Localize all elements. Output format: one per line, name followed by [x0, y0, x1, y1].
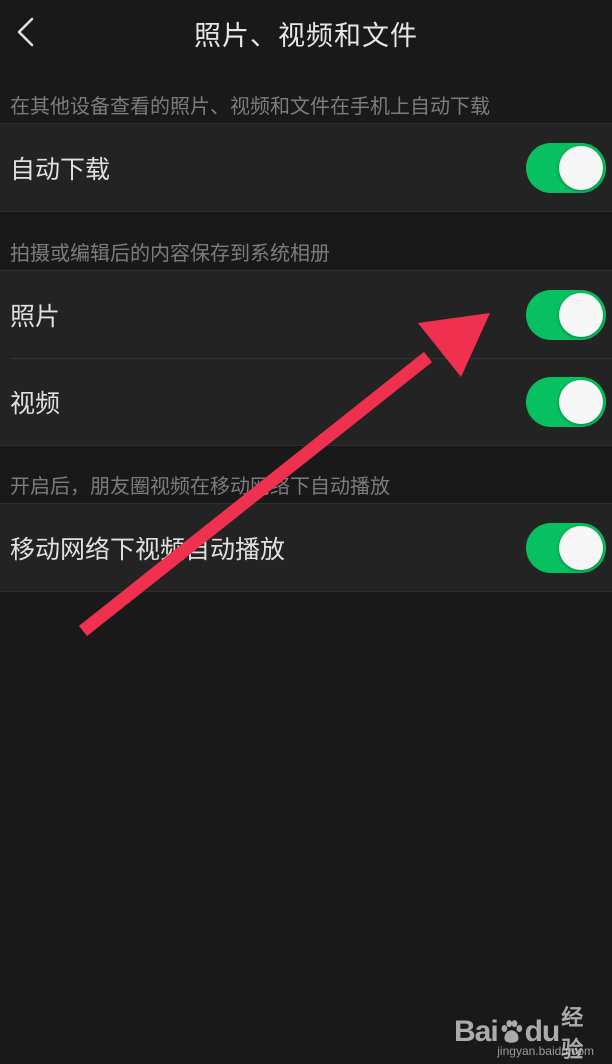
toggle-knob	[559, 525, 603, 570]
auto-download-toggle[interactable]	[526, 142, 606, 193]
baidu-jingyan-watermark: Bai du 经验 jingyan.baidu.com	[454, 998, 604, 1062]
navigation-bar: 照片、视频和文件	[0, 0, 612, 64]
toggle-knob	[559, 145, 603, 190]
moments-autoplay-group: 移动网络下视频自动播放	[0, 503, 612, 592]
row-label: 视频	[10, 388, 61, 418]
photos-toggle[interactable]	[526, 289, 606, 340]
auto-download-group: 自动下载	[0, 123, 612, 212]
row-label: 自动下载	[10, 154, 111, 184]
paw-logo-icon	[501, 1020, 522, 1043]
settings-row-videos[interactable]: 视频	[0, 358, 612, 445]
settings-row-mobile-autoplay[interactable]: 移动网络下视频自动播放	[0, 504, 612, 591]
save-to-album-caption: 拍摄或编辑后的内容保存到系统相册	[10, 241, 330, 265]
toggle-knob	[559, 292, 603, 337]
moments-autoplay-caption: 开启后，朋友圈视频在移动网络下自动播放	[10, 474, 390, 498]
watermark-brand-left: Bai	[454, 1015, 499, 1048]
settings-row-photos[interactable]: 照片	[0, 271, 612, 358]
toggle-knob	[559, 379, 603, 424]
watermark-url: jingyan.baidu.com	[497, 1044, 594, 1058]
row-label: 照片	[10, 301, 61, 331]
settings-row-auto-download[interactable]: 自动下载	[0, 124, 612, 211]
videos-toggle[interactable]	[526, 376, 606, 427]
save-to-album-group: 照片 视频	[0, 270, 612, 446]
row-label: 移动网络下视频自动播放	[10, 534, 286, 564]
auto-download-caption: 在其他设备查看的照片、视频和文件在手机上自动下载	[10, 94, 490, 118]
mobile-autoplay-toggle[interactable]	[526, 522, 606, 573]
page-title: 照片、视频和文件	[194, 21, 418, 52]
